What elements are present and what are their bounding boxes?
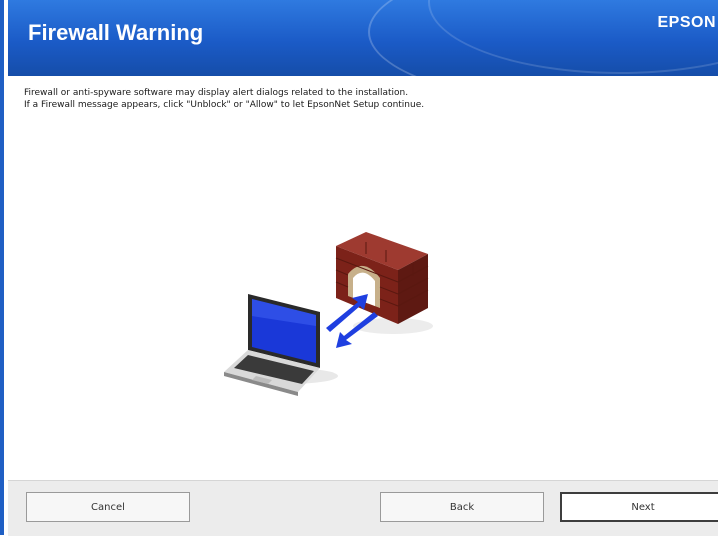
instruction-line-1: Firewall or anti-spyware software may di…	[24, 88, 409, 98]
laptop-icon	[224, 294, 320, 396]
cancel-button[interactable]: Cancel	[26, 492, 190, 522]
next-button[interactable]: Next	[560, 492, 718, 522]
page-title: Firewall Warning	[28, 20, 204, 45]
button-bar: Cancel Back Next	[8, 480, 718, 536]
installer-window: Firewall Warning EPSON Firewall or anti-…	[0, 0, 718, 536]
content-area: Firewall or anti-spyware software may di…	[8, 76, 718, 480]
instruction-line-2: If a Firewall message appears, click "Un…	[24, 100, 425, 110]
header-banner: Firewall Warning EPSON	[8, 0, 718, 76]
brand-logo: EPSON	[657, 14, 716, 31]
firewall-illustration	[224, 232, 433, 396]
back-button[interactable]: Back	[380, 492, 544, 522]
